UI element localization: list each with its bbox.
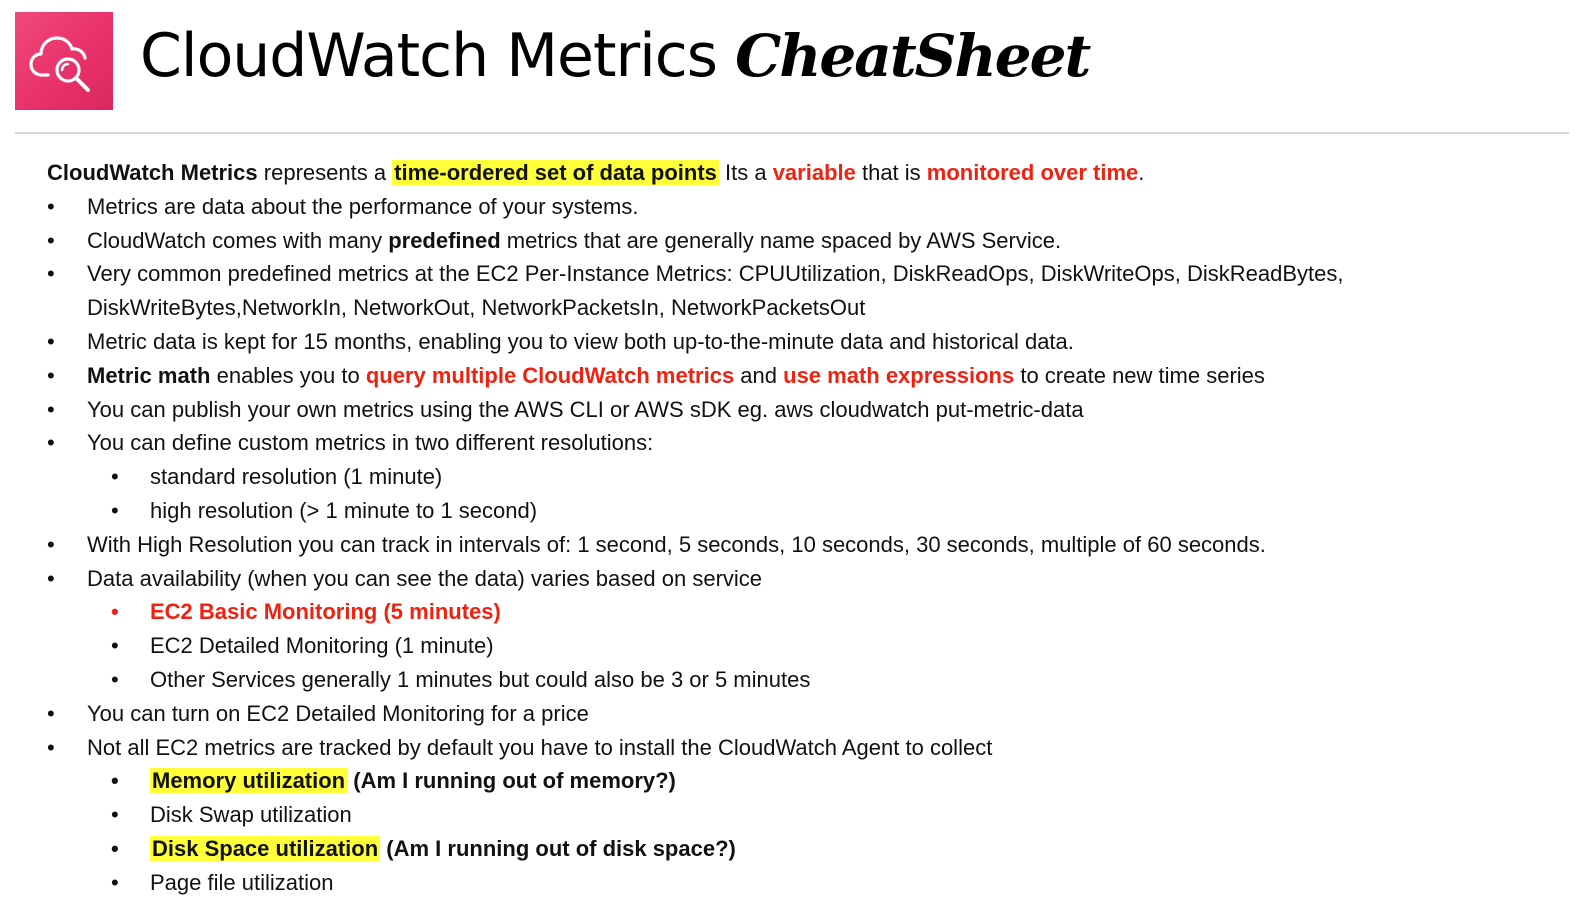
sub-list-item-text: Other Services generally 1 minutes but c… [150, 666, 811, 692]
intro-highlight: time-ordered set of data points [392, 160, 719, 185]
list-item: Very common predefined metrics at the EC… [47, 257, 1557, 325]
sub-list-item-highlight: Memory utilization [150, 768, 348, 794]
list-item-text: and [734, 362, 784, 388]
list-item-text: to create new time series [1014, 362, 1265, 388]
intro-text: . [1138, 160, 1145, 185]
intro-term: CloudWatch Metrics [47, 160, 258, 185]
list-item: You can define custom metrics in two dif… [47, 426, 1557, 460]
list-item-text: You can define custom metrics in two dif… [87, 430, 654, 456]
intro-text: Its a [718, 160, 773, 185]
bullet-list: Metrics are data about the performance o… [47, 190, 1557, 900]
list-item-text: Metric data is kept for 15 months, enabl… [87, 328, 1074, 354]
sub-list-item-text: high resolution (> 1 minute to 1 second) [150, 497, 538, 523]
intro-line: CloudWatch Metrics represents a time-ord… [47, 156, 1557, 190]
title-regular: CloudWatch Metrics [140, 21, 718, 91]
cloudwatch-logo [15, 12, 113, 110]
list-item: Metric math enables you to query multipl… [47, 359, 1557, 393]
sub-list-item: EC2 Basic Monitoring (5 minutes) [47, 595, 1557, 629]
list-item-bold: predefined [388, 227, 501, 253]
sub-list-item: Memory utilization (Am I running out of … [47, 764, 1557, 798]
list-item: You can turn on EC2 Detailed Monitoring … [47, 697, 1557, 731]
list-item-bold: Metric math [87, 362, 211, 388]
sub-list-item: EC2 Detailed Monitoring (1 minute) [47, 629, 1557, 663]
sub-list-item-text: EC2 Basic Monitoring (5 minutes) [150, 599, 501, 625]
list-item-text: Very common predefined metrics at the EC… [87, 261, 1344, 321]
list-item-text: enables you to [210, 362, 366, 388]
intro-red-variable: variable [772, 160, 856, 185]
sub-list-item: Disk Space utilization (Am I running out… [47, 832, 1557, 866]
sub-list-item: Other Services generally 1 minutes but c… [47, 663, 1557, 697]
sub-list-item: standard resolution (1 minute) [47, 460, 1557, 494]
list-item-red: use math expressions [783, 362, 1015, 388]
sub-list-item: Page file utilization [47, 866, 1557, 900]
intro-text: represents a [257, 160, 393, 185]
list-item-text: With High Resolution you can track in in… [87, 531, 1266, 557]
title-bold: CheatSheet [735, 22, 1091, 90]
list-item-text: Not all EC2 metrics are tracked by defau… [87, 734, 993, 760]
list-item: Data availability (when you can see the … [47, 562, 1557, 596]
list-item-red: query multiple CloudWatch metrics [365, 362, 735, 388]
intro-text: that is [855, 160, 927, 185]
list-item: With High Resolution you can track in in… [47, 528, 1557, 562]
list-item: You can publish your own metrics using t… [47, 393, 1557, 427]
list-item-text: Data availability (when you can see the … [87, 565, 763, 591]
list-item: CloudWatch comes with many predefined me… [47, 224, 1557, 258]
list-item: Metrics are data about the performance o… [47, 190, 1557, 224]
list-item: Metric data is kept for 15 months, enabl… [47, 325, 1557, 359]
list-item: Not all EC2 metrics are tracked by defau… [47, 731, 1557, 765]
sub-list-item-text: (Am I running out of memory?) [347, 768, 676, 794]
list-item-text: Metrics are data about the performance o… [87, 193, 639, 219]
sub-list-item: Disk Swap utilization [47, 798, 1557, 832]
list-item-text: CloudWatch comes with many [87, 227, 389, 253]
cheatsheet-body: CloudWatch Metrics represents a time-ord… [47, 156, 1557, 900]
sub-list-item-text: EC2 Detailed Monitoring (1 minute) [150, 633, 494, 659]
list-item-text: You can turn on EC2 Detailed Monitoring … [87, 700, 589, 726]
sub-list-item-text: Disk Swap utilization [150, 802, 352, 828]
list-item-text: You can publish your own metrics using t… [87, 396, 1084, 422]
sub-list-item-text: standard resolution (1 minute) [150, 464, 443, 490]
cloudwatch-icon [29, 36, 90, 92]
page-title: CloudWatch Metrics CheatSheet [140, 14, 1091, 98]
intro-red-monitored: monitored over time [926, 160, 1139, 185]
header-divider [15, 132, 1569, 134]
sub-list-item: high resolution (> 1 minute to 1 second) [47, 494, 1557, 528]
sub-list-item-highlight: Disk Space utilization [150, 835, 381, 861]
list-item-text: metrics that are generally name spaced b… [500, 227, 1062, 253]
sub-list-item-text: (Am I running out of disk space?) [380, 835, 736, 861]
sub-list-item-text: Page file utilization [150, 869, 334, 895]
